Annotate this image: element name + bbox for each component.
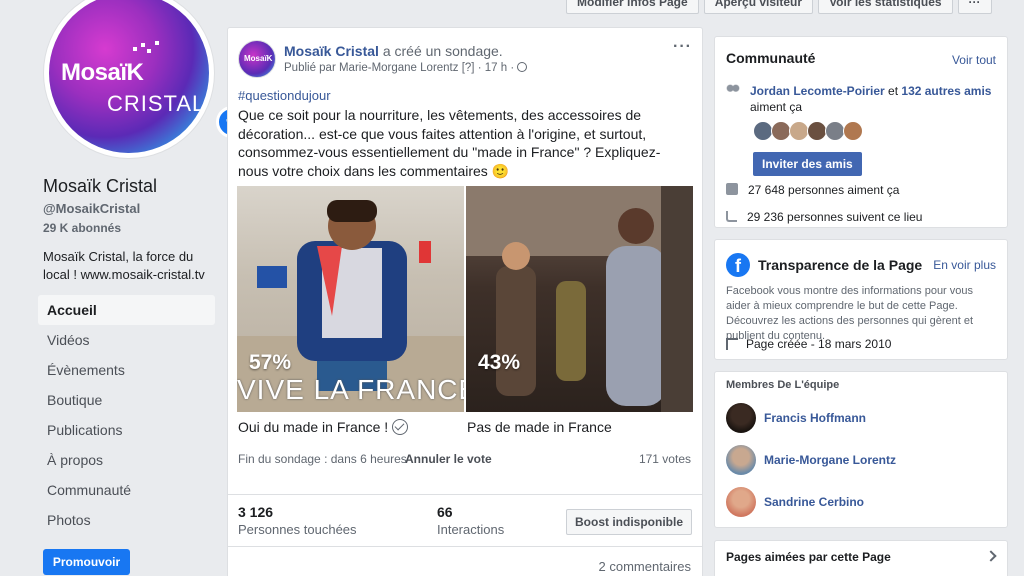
team-member[interactable]: Sandrine Cerbino xyxy=(726,487,864,517)
interactions-count: 66 xyxy=(437,504,453,520)
thumbs-up-icon xyxy=(726,183,738,195)
community-card: Communauté Voir tout Jordan Lecomte-Poir… xyxy=(714,36,1008,228)
liked-pages-title[interactable]: Pages aimées par cette Page xyxy=(726,550,891,564)
comments-count[interactable]: 2 commentaires xyxy=(599,559,691,574)
liked-pages-card[interactable]: Pages aimées par cette Page xyxy=(714,540,1008,576)
see-more-link[interactable]: En voir plus xyxy=(933,258,996,272)
published-by[interactable]: Publié par Marie-Morgane Lorentz xyxy=(284,62,459,74)
team-member[interactable]: Marie-Morgane Lorentz xyxy=(726,445,896,475)
post-time[interactable]: 17 h xyxy=(485,62,507,74)
invite-friends-button[interactable]: Inviter des amis xyxy=(753,152,862,176)
poll-option-1[interactable]: Oui du made in France ! xyxy=(238,419,409,435)
avatar-logo-text: MosaïK xyxy=(244,54,273,63)
post-options-icon[interactable]: ··· xyxy=(673,38,692,56)
poll-option-2-image[interactable]: 43% xyxy=(466,186,693,412)
transparency-title: Transparence de la Page xyxy=(758,257,923,273)
votes-count[interactable]: 171 votes xyxy=(639,452,691,466)
rss-icon xyxy=(726,211,737,222)
member-name[interactable]: Francis Hoffmann xyxy=(764,411,866,425)
promote-button[interactable]: Promouvoir xyxy=(43,549,130,575)
and-text: et xyxy=(884,84,902,98)
nav-item-communaute[interactable]: Communauté xyxy=(38,475,215,505)
more-options-button[interactable]: ··· xyxy=(957,0,992,14)
nav-item-accueil[interactable]: Accueil xyxy=(38,295,215,325)
transparency-card: f Transparence de la Page En voir plus F… xyxy=(714,239,1008,360)
poll-post: MosaïK Mosaïk Cristal a créé un sondage.… xyxy=(227,27,703,576)
post-header: Mosaïk Cristal a créé un sondage. xyxy=(284,43,503,59)
poll-end-text: Fin du sondage : dans 6 heures xyxy=(238,452,407,466)
boost-button[interactable]: Boost indisponible xyxy=(566,509,692,535)
flag-icon xyxy=(726,338,738,350)
divider xyxy=(228,546,702,547)
post-hashtag[interactable]: #questiondujour xyxy=(238,88,331,103)
team-card: Membres De L'équipe Francis Hoffmann Mar… xyxy=(714,371,1008,528)
nav-item-publications[interactable]: Publications xyxy=(38,415,215,445)
friend-name-link[interactable]: Jordan Lecomte-Poirier xyxy=(750,84,885,98)
friends-like-line: Jordan Lecomte-Poirier et 132 autres ami… xyxy=(726,83,996,115)
team-member[interactable]: Francis Hoffmann xyxy=(726,403,866,433)
followers-count: 29 K abonnés xyxy=(43,221,122,235)
community-title[interactable]: Communauté xyxy=(726,50,815,66)
logo-text-bottom: CRISTAL xyxy=(107,91,206,116)
like-this-text: aiment ça xyxy=(750,100,803,114)
post-avatar[interactable]: MosaïK xyxy=(238,40,276,78)
view-stats-button[interactable]: Voir les statistiques xyxy=(818,0,953,14)
left-column: MosaïK CRISTAL + Mosaïk Cristal @MosaikC… xyxy=(0,0,248,576)
poll-option-2-label[interactable]: Pas de made in France xyxy=(467,419,612,435)
avatar xyxy=(726,445,756,475)
help-tag[interactable]: [?] xyxy=(462,62,475,74)
page-tagline: Mosaïk Cristal, la force du local ! www.… xyxy=(43,249,205,282)
page-title: Mosaïk Cristal xyxy=(43,176,158,196)
edit-page-info-button[interactable]: Modifier infos Page xyxy=(566,0,699,14)
transparency-text: Facebook vous montre des informations po… xyxy=(726,285,974,342)
team-title: Membres De L'équipe xyxy=(726,379,840,391)
other-friends-link[interactable]: 132 autres amis xyxy=(901,84,991,98)
store-photo xyxy=(466,186,693,412)
nav-item-evenements[interactable]: Évènements xyxy=(38,355,215,385)
page-action-bar: Modifier infos Page Aperçu visiteur Voir… xyxy=(566,0,992,14)
poll-option-1-percent: 57% xyxy=(249,351,292,374)
poll-option-2-percent: 43% xyxy=(478,351,521,374)
post-author-link[interactable]: Mosaïk Cristal xyxy=(284,43,379,59)
member-name[interactable]: Marie-Morgane Lorentz xyxy=(764,453,896,467)
follows-row: 29 236 personnes suivent ce lieu xyxy=(726,210,922,224)
post-meta: Publié par Marie-Morgane Lorentz [?] · 1… xyxy=(284,62,528,74)
likes-count: 27 648 personnes aiment ça xyxy=(748,183,900,197)
page-created-text: Page créée - 18 mars 2010 xyxy=(746,337,892,351)
nav-item-photos[interactable]: Photos xyxy=(38,505,215,535)
interactions-label: Interactions xyxy=(437,522,505,537)
profile-picture[interactable]: MosaïK CRISTAL + xyxy=(44,0,248,158)
page-created-row: Page créée - 18 mars 2010 xyxy=(726,337,891,351)
logo-text-top: MosaïK xyxy=(61,59,144,86)
friends-facepile[interactable] xyxy=(753,121,863,141)
logo-dots xyxy=(133,39,161,55)
member-name[interactable]: Sandrine Cerbino xyxy=(764,495,864,509)
nav-item-videos[interactable]: Vidéos xyxy=(38,325,215,355)
poll-option-1-overlay-text: VIVE LA FRANCE xyxy=(237,374,464,405)
check-circle-icon xyxy=(392,419,409,435)
page-handle[interactable]: @MosaikCristal xyxy=(43,201,140,216)
page-logo: MosaïK CRISTAL xyxy=(49,0,209,153)
visitor-preview-button[interactable]: Aperçu visiteur xyxy=(703,0,814,14)
poll-option-1-label: Oui du made in France ! xyxy=(238,419,389,435)
chevron-right-icon[interactable] xyxy=(985,550,997,562)
page-nav: Accueil Vidéos Évènements Boutique Publi… xyxy=(38,295,215,535)
facebook-icon: f xyxy=(726,253,750,277)
nav-item-a-propos[interactable]: À propos xyxy=(38,445,215,475)
friends-icon xyxy=(726,84,740,96)
post-body: Que ce soit pour la nourriture, les vête… xyxy=(238,107,661,179)
follows-count: 29 236 personnes suivent ce lieu xyxy=(747,210,923,224)
avatar xyxy=(726,403,756,433)
divider xyxy=(228,494,702,495)
likes-row: 27 648 personnes aiment ça xyxy=(726,183,899,197)
avatar xyxy=(726,487,756,517)
cancel-vote-link[interactable]: Annuler le vote xyxy=(405,452,492,466)
reach-count: 3 126 xyxy=(238,504,274,520)
post-action-text: a créé un sondage. xyxy=(378,43,503,59)
see-all-link[interactable]: Voir tout xyxy=(952,53,996,67)
nav-item-boutique[interactable]: Boutique xyxy=(38,385,215,415)
poll-option-1-image[interactable]: 57% VIVE LA FRANCE xyxy=(237,186,464,412)
globe-icon xyxy=(517,62,528,72)
reach-label: Personnes touchées xyxy=(238,522,357,537)
